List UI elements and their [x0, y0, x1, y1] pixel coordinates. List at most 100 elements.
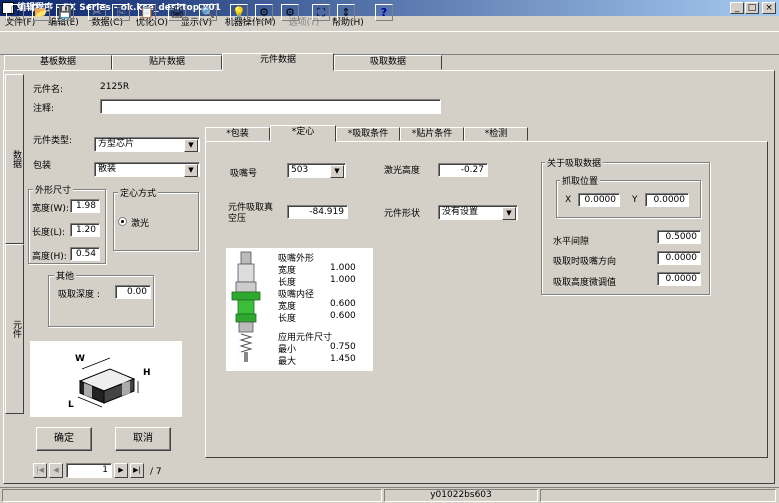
part-type-value: 方型芯片: [98, 139, 135, 149]
nozzle-image: [231, 251, 261, 362]
chevron-down-icon[interactable]: ▼: [184, 139, 198, 152]
other-group: [48, 275, 154, 327]
fit-icon[interactable]: ⛶: [312, 4, 330, 21]
open-folder-icon[interactable]: 📂: [32, 4, 50, 21]
side-tab-data[interactable]: 数据: [5, 74, 24, 244]
last-record-button[interactable]: ▶|: [130, 463, 144, 478]
grab-position-title: 抓取位置: [560, 174, 601, 187]
package-select[interactable]: 散装 ▼: [94, 162, 200, 177]
ok-button[interactable]: 确定: [36, 427, 92, 451]
copy-icon[interactable]: ⎘: [112, 4, 130, 21]
tab-pickup-data[interactable]: 吸取数据: [334, 55, 442, 70]
toolbar: [0, 31, 779, 55]
cancel-button[interactable]: 取消: [115, 427, 171, 451]
chip-image: [77, 357, 139, 408]
laser-height-label: 激光高度: [384, 166, 421, 176]
other-title: 其他: [54, 269, 77, 282]
diagram-h-label: H: [143, 368, 151, 378]
radio-dot-icon: [121, 220, 124, 223]
page-total: / 7: [150, 467, 162, 477]
status-pane-left: [2, 489, 382, 502]
status-pane-right: [540, 489, 776, 502]
max-size-value: 1.450: [330, 354, 356, 364]
paste-icon[interactable]: 📋: [138, 4, 156, 21]
chevron-down-icon[interactable]: ▼: [330, 165, 344, 178]
height-input[interactable]: 0.54: [70, 247, 100, 261]
tab-board-data[interactable]: 基板数据: [4, 55, 112, 70]
horizontal-gap-label: 水平间隙: [553, 237, 590, 247]
x-position-input[interactable]: 0.0000: [578, 193, 620, 207]
optimize-icon[interactable]: ⚙: [281, 4, 299, 21]
width-input[interactable]: 1.98: [70, 199, 100, 213]
part-shape-value: 没有设置: [442, 207, 479, 217]
inner-width-value: 0.600: [330, 299, 356, 309]
side-tab-part[interactable]: 元件: [5, 244, 24, 414]
part-shape-label: 元件形状: [384, 209, 421, 219]
part-name-label: 元件名:: [33, 85, 64, 95]
find-icon[interactable]: 🔍: [199, 4, 217, 21]
part-type-label: 元件类型:: [33, 136, 73, 146]
vacuum-label: 元件吸取真空压: [228, 203, 274, 224]
part-name-value: 2125R: [100, 82, 130, 92]
help-icon[interactable]: ?: [375, 4, 393, 21]
outer-size-title: 外形尺寸: [33, 183, 74, 196]
chevron-down-icon[interactable]: ▼: [184, 164, 198, 177]
length-label: 长度(L):: [32, 228, 66, 238]
print-icon[interactable]: 🖨: [168, 4, 186, 21]
tab-pickup-condition[interactable]: *吸取条件: [336, 127, 400, 141]
outer-width-value: 1.000: [330, 263, 356, 273]
tab-placement-condition[interactable]: *贴片条件: [400, 127, 464, 141]
page-number-input[interactable]: 1: [66, 463, 112, 478]
chevron-down-icon[interactable]: ▼: [502, 207, 516, 220]
y-position-input[interactable]: 0.0000: [645, 193, 689, 207]
new-file-icon[interactable]: 🗋: [6, 4, 24, 21]
laser-radio[interactable]: [118, 217, 127, 226]
chip-diagram: W H L: [30, 341, 182, 417]
first-record-button[interactable]: |◀: [33, 463, 47, 478]
tab-centering[interactable]: *定心: [270, 125, 336, 142]
close-button[interactable]: ×: [762, 2, 776, 14]
tab-package[interactable]: *包装: [205, 127, 270, 141]
diagram-l-label: L: [68, 400, 74, 410]
laser-height-input[interactable]: -0.27: [438, 163, 488, 177]
part-type-select[interactable]: 方型芯片 ▼: [94, 137, 200, 152]
status-pane-center: y01022bs603: [384, 489, 538, 502]
save-icon[interactable]: 💾: [56, 4, 74, 21]
vacuum-input[interactable]: -84.919: [287, 205, 348, 219]
nozzle-info-box: 吸嘴外形 宽度 1.000 长度 1.000 吸嘴内径 宽度 0.600 长度 …: [226, 248, 373, 371]
nozzle-label: 吸嘴号: [230, 169, 258, 179]
machine-icon[interactable]: ⚙: [255, 4, 273, 21]
part-shape-select[interactable]: 没有设置 ▼: [438, 205, 518, 220]
pickup-data-title: 关于吸取数据: [545, 156, 604, 169]
width-label: 宽度(W):: [32, 204, 69, 214]
prev-record-button[interactable]: ◀: [49, 463, 63, 478]
package-value: 散装: [98, 164, 117, 174]
centering-method-title: 定心方式: [118, 186, 159, 199]
tab-part-data[interactable]: 元件数据: [222, 53, 334, 71]
inner-length-value: 0.600: [330, 311, 356, 321]
outer-length-value: 1.000: [330, 275, 356, 285]
nozzle-select[interactable]: 503 ▼: [287, 163, 346, 178]
max-size-label: 最大: [278, 357, 297, 367]
tab-inspection[interactable]: *检测: [464, 127, 528, 141]
maximize-button[interactable]: □: [745, 2, 759, 14]
horizontal-gap-input[interactable]: 0.5000: [657, 230, 701, 244]
cut-icon[interactable]: ✂: [88, 4, 106, 21]
min-size-value: 0.750: [330, 342, 356, 352]
comment-input[interactable]: [100, 99, 441, 114]
align-icon[interactable]: ⇕: [337, 4, 355, 21]
minimize-button[interactable]: _: [730, 2, 744, 14]
y-label: Y: [632, 195, 638, 205]
nozzle-direction-input[interactable]: 0.0000: [657, 251, 701, 265]
inner-length-label: 长度: [278, 314, 297, 324]
diagram-w-label: W: [75, 354, 85, 364]
x-label: X: [565, 195, 572, 205]
height-adjust-label: 吸取高度微调值: [553, 278, 617, 288]
lightbulb-icon[interactable]: 💡: [230, 4, 248, 21]
height-adjust-input[interactable]: 0.0000: [657, 272, 701, 286]
nozzle-value: 503: [291, 165, 309, 175]
next-record-button[interactable]: ▶: [114, 463, 128, 478]
tab-placement-data[interactable]: 贴片数据: [112, 55, 222, 70]
length-input[interactable]: 1.20: [70, 223, 100, 237]
pickup-depth-input[interactable]: 0.00: [115, 285, 151, 299]
